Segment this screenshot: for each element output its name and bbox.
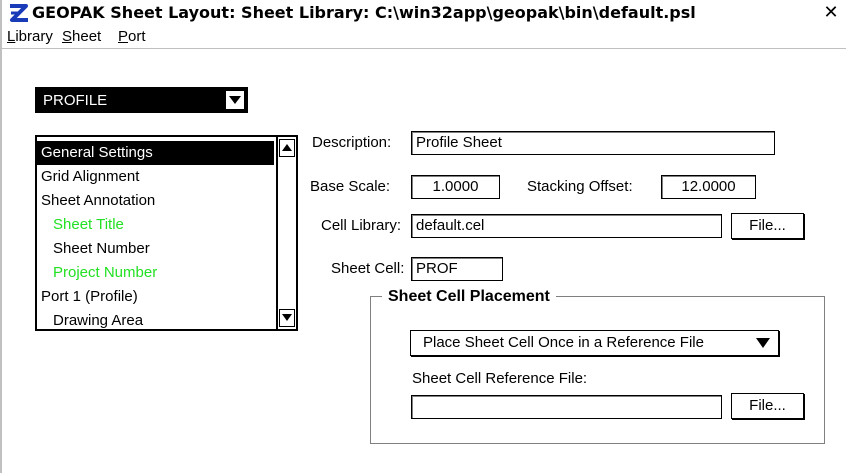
chevron-down-icon [756, 338, 770, 348]
cell-library-label: Cell Library: [321, 217, 402, 234]
menu-library[interactable]: Library [7, 27, 53, 47]
list-item-sheet-title[interactable]: Sheet Title [37, 213, 124, 237]
list-item-general-settings[interactable]: General Settings [37, 141, 274, 165]
window-title: GEOPAK Sheet Layout: Sheet Library: C:\w… [32, 3, 696, 22]
ref-file-field[interactable] [411, 395, 722, 419]
cell-library-field[interactable]: default.cel [411, 214, 722, 238]
stacking-offset-field[interactable]: 12.0000 [661, 175, 756, 199]
list-item-sheet-number[interactable]: Sheet Number [37, 237, 150, 261]
geopak-app-icon [10, 4, 28, 22]
menu-bar: Library Sheet Port [2, 26, 846, 49]
sheet-cell-field[interactable]: PROF [411, 257, 503, 281]
sheet-layout-window: GEOPAK Sheet Layout: Sheet Library: C:\w… [0, 0, 846, 473]
description-field[interactable]: Profile Sheet [411, 131, 775, 155]
stacking-offset-label: Stacking Offset: [527, 178, 633, 195]
menu-port-mnemonic: P [118, 28, 129, 45]
list-item-grid-alignment[interactable]: Grid Alignment [37, 165, 139, 189]
placement-mode-value: Place Sheet Cell Once in a Reference Fil… [423, 334, 704, 351]
list-item-drawing-area[interactable]: Drawing Area [37, 309, 143, 329]
base-scale-label: Base Scale: [310, 178, 391, 195]
placement-mode-dropdown[interactable]: Place Sheet Cell Once in a Reference Fil… [410, 330, 779, 356]
sheet-cell-label: Sheet Cell: [331, 260, 405, 277]
scroll-up-arrow-icon[interactable] [279, 139, 295, 157]
menu-library-label: ibrary [15, 28, 53, 45]
sheet-cell-placement-title: Sheet Cell Placement [382, 287, 556, 307]
description-label: Description: [312, 134, 392, 151]
menu-sheet-label: heet [72, 28, 102, 45]
list-item-port-1-profile[interactable]: Port 1 (Profile) [37, 285, 138, 309]
list-item-sheet-annotation[interactable]: Sheet Annotation [37, 189, 155, 213]
sheet-type-dropdown[interactable]: PROFILE [35, 87, 248, 113]
menu-sheet[interactable]: Sheet [62, 27, 101, 47]
ref-file-file-button[interactable]: File... [731, 393, 804, 419]
menu-port[interactable]: Port [118, 27, 146, 47]
chevron-down-icon[interactable] [226, 91, 244, 109]
title-bar[interactable]: GEOPAK Sheet Layout: Sheet Library: C:\w… [2, 0, 846, 26]
base-scale-field[interactable]: 1.0000 [411, 175, 500, 199]
menu-sheet-mnemonic: S [62, 28, 73, 45]
ref-file-label: Sheet Cell Reference File: [412, 370, 588, 387]
scroll-down-arrow-icon[interactable] [279, 309, 295, 327]
settings-list[interactable]: General Settings Grid Alignment Sheet An… [35, 135, 278, 331]
menu-port-label: ort [128, 28, 146, 45]
sheet-type-value: PROFILE [43, 92, 108, 109]
settings-list-scrollbar[interactable] [278, 135, 298, 331]
cell-library-file-button[interactable]: File... [731, 213, 804, 239]
list-item-project-number[interactable]: Project Number [37, 261, 157, 285]
close-button[interactable]: ✕ [820, 2, 842, 24]
